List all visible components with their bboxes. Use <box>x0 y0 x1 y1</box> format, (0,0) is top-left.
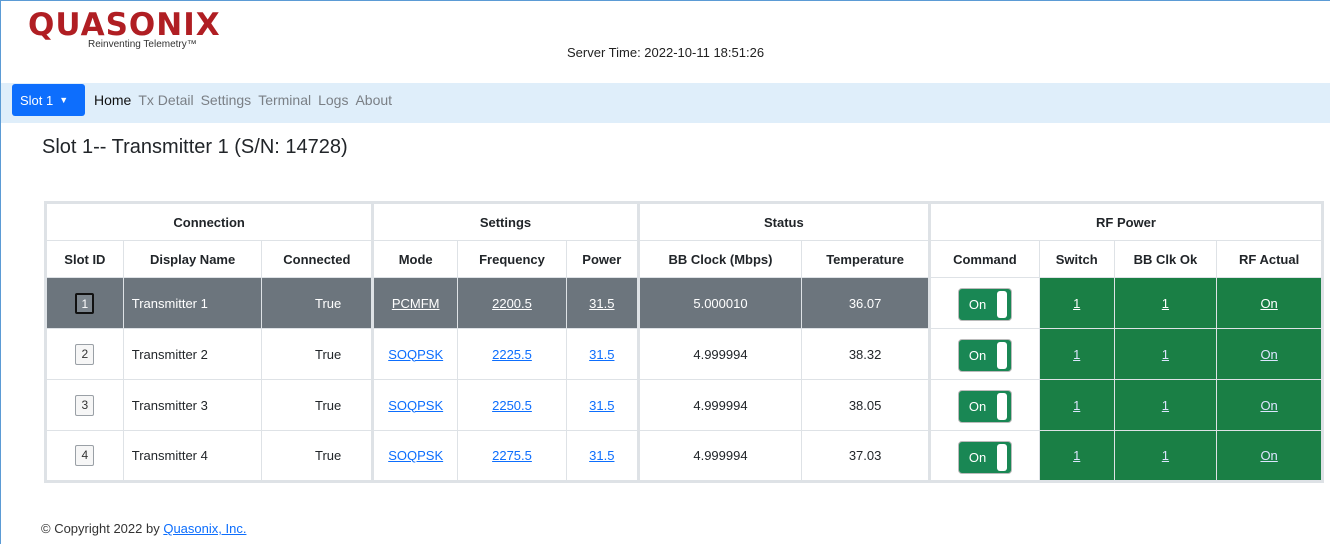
command-toggle-label: On <box>968 399 987 414</box>
command-toggle[interactable]: On <box>957 288 1012 321</box>
header: QUASONIX Reinventing Telemetry™ Server T… <box>1 1 1330 77</box>
mode-link[interactable]: PCMFM <box>392 296 440 311</box>
bb-clk-ok-link[interactable]: 1 <box>1162 398 1169 413</box>
group-rf-power: RF Power <box>928 202 1325 241</box>
nav-about[interactable]: About <box>355 92 392 108</box>
server-time: Server Time: 2022-10-11 18:51:26 <box>567 45 765 60</box>
command-toggle[interactable]: On <box>957 339 1012 372</box>
toggle-knob <box>996 393 1007 420</box>
mode-link[interactable]: SOQPSK <box>388 398 443 413</box>
frequency-link[interactable]: 2250.5 <box>492 398 532 413</box>
bb-clk-ok-link[interactable]: 1 <box>1162 448 1169 463</box>
toggle-knob <box>996 291 1007 318</box>
power-link[interactable]: 31.5 <box>589 448 614 463</box>
rf-actual-link[interactable]: On <box>1260 296 1277 311</box>
slot-id-button[interactable]: 2 <box>75 343 95 365</box>
mode-link[interactable]: SOQPSK <box>388 448 443 463</box>
footer: © Copyright 2022 by Quasonix, Inc. <box>41 521 246 536</box>
col-rf-actual: RF Actual <box>1216 240 1323 278</box>
command-toggle-label: On <box>968 297 987 312</box>
frequency-link[interactable]: 2275.5 <box>492 448 532 463</box>
group-connection: Connection <box>44 202 375 241</box>
col-bb-clock: BB Clock (Mbps) <box>637 240 803 278</box>
col-connected: Connected <box>261 240 375 278</box>
nav-settings[interactable]: Settings <box>201 92 252 108</box>
logo-wordmark: QUASONIX <box>28 7 221 43</box>
temperature-value: 38.05 <box>801 379 931 431</box>
col-frequency: Frequency <box>457 240 567 278</box>
nav-home[interactable]: Home <box>94 92 131 108</box>
temperature-value: 38.32 <box>801 328 931 380</box>
col-mode: Mode <box>372 240 459 278</box>
navbar: Slot 1 ▼ Home Tx Detail Settings Termina… <box>1 83 1330 123</box>
toggle-knob <box>996 342 1007 369</box>
display-name: Transmitter 3 <box>122 379 263 431</box>
caret-down-icon: ▼ <box>59 95 69 105</box>
command-toggle[interactable]: On <box>957 390 1012 423</box>
power-link[interactable]: 31.5 <box>589 347 614 362</box>
slot-id-button[interactable]: 4 <box>75 445 95 466</box>
toggle-knob <box>996 443 1007 471</box>
display-name: Transmitter 4 <box>122 430 263 482</box>
mode-link[interactable]: SOQPSK <box>388 347 443 362</box>
slot-id-button[interactable]: 1 <box>75 292 95 314</box>
temperature-value: 36.07 <box>801 277 931 329</box>
slot-dropdown-label: Slot 1 <box>20 92 54 108</box>
switch-link[interactable]: 1 <box>1073 296 1080 311</box>
command-toggle-label: On <box>968 449 987 465</box>
connected-value: True <box>261 430 375 482</box>
connected-value: True <box>261 277 375 329</box>
quasonix-link[interactable]: Quasonix, Inc. <box>163 521 246 536</box>
rf-actual-link[interactable]: On <box>1260 347 1277 362</box>
table-row[interactable]: 2 Transmitter 2 True SOQPSK 2225.5 31.5 … <box>45 328 1323 380</box>
table-row[interactable]: 1 Transmitter 1 True PCMFM 2200.5 31.5 5… <box>45 277 1323 329</box>
nav-logs[interactable]: Logs <box>318 92 348 108</box>
slot-id-button[interactable]: 3 <box>75 394 95 416</box>
switch-link[interactable]: 1 <box>1073 347 1080 362</box>
logo-tagline: Reinventing Telemetry™ <box>88 39 197 50</box>
display-name: Transmitter 2 <box>122 328 263 380</box>
bb-clock-value: 4.999994 <box>637 430 803 482</box>
nav-links: Home Tx Detail Settings Terminal Logs Ab… <box>94 92 399 108</box>
nav-terminal[interactable]: Terminal <box>258 92 311 108</box>
col-command: Command <box>928 240 1040 278</box>
group-status: Status <box>637 202 931 241</box>
bb-clk-ok-link[interactable]: 1 <box>1162 296 1169 311</box>
col-display-name: Display Name <box>122 240 263 278</box>
rf-actual-link[interactable]: On <box>1260 398 1277 413</box>
rf-actual-link[interactable]: On <box>1260 448 1277 463</box>
connected-value: True <box>261 379 375 431</box>
transmitter-table: Connection Settings Status RF Power Slot… <box>44 201 1325 483</box>
col-slot-id: Slot ID <box>45 240 124 278</box>
nav-tx-detail[interactable]: Tx Detail <box>138 92 193 108</box>
col-switch: Switch <box>1038 240 1115 278</box>
connected-value: True <box>261 328 375 380</box>
bb-clk-ok-link[interactable]: 1 <box>1162 347 1169 362</box>
group-settings: Settings <box>372 202 640 241</box>
power-link[interactable]: 31.5 <box>589 296 614 311</box>
switch-link[interactable]: 1 <box>1073 448 1080 463</box>
temperature-value: 37.03 <box>801 430 931 482</box>
switch-link[interactable]: 1 <box>1073 398 1080 413</box>
quasonix-logo: QUASONIX Reinventing Telemetry™ <box>28 7 221 51</box>
command-toggle-label: On <box>968 348 987 363</box>
table-row[interactable]: 3 Transmitter 3 True SOQPSK 2250.5 31.5 … <box>45 379 1323 431</box>
frequency-link[interactable]: 2200.5 <box>492 296 532 311</box>
bb-clock-value: 4.999994 <box>637 328 803 380</box>
col-temperature: Temperature <box>801 240 931 278</box>
bb-clock-value: 4.999994 <box>637 379 803 431</box>
frequency-link[interactable]: 2225.5 <box>492 347 532 362</box>
col-power: Power <box>565 240 640 278</box>
command-toggle[interactable]: On <box>957 440 1012 474</box>
power-link[interactable]: 31.5 <box>589 398 614 413</box>
bb-clock-value: 5.000010 <box>637 277 803 329</box>
display-name: Transmitter 1 <box>122 277 263 329</box>
copyright-text: © Copyright 2022 by <box>41 521 164 536</box>
col-bb-clk-ok: BB Clk Ok <box>1113 240 1218 278</box>
page-title: Slot 1-- Transmitter 1 (S/N: 14728) <box>42 136 348 158</box>
slot-dropdown-button[interactable]: Slot 1 ▼ <box>12 84 85 116</box>
table-row[interactable]: 4 Transmitter 4 True SOQPSK 2275.5 31.5 … <box>45 430 1323 482</box>
